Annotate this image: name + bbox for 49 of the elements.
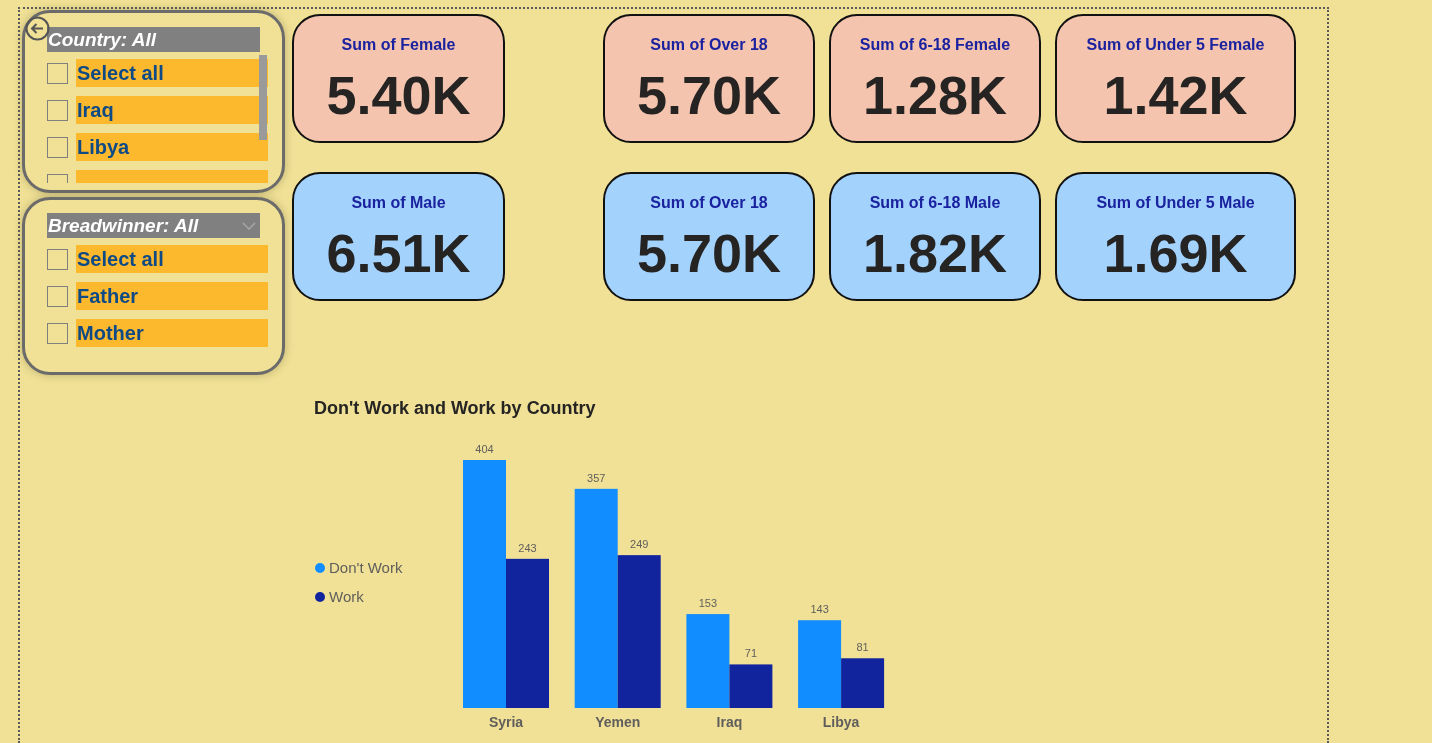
category-label: Libya [822, 714, 860, 730]
kpi-title: Sum of 6-18 Female [859, 35, 1011, 55]
slicer-header[interactable]: Breadwinner: All [47, 213, 260, 238]
kpi-value: 1.69K [1103, 223, 1248, 283]
kpi-value: 1.42K [1103, 65, 1248, 125]
slicer-title: Breadwinner: All [48, 214, 199, 237]
slicer-item[interactable]: Libya [76, 133, 268, 161]
data-label: 357 [587, 471, 606, 484]
slicer-title: Country: All [48, 28, 156, 51]
slicer-item[interactable]: Mother [76, 319, 268, 347]
data-label: 404 [475, 443, 494, 455]
category-label: Yemen [595, 714, 641, 730]
slicer-item[interactable]: Select all [76, 59, 268, 87]
legend-label: Work [329, 587, 364, 607]
kpi-title: Sum of Under 5 Female [1086, 35, 1265, 55]
data-label: 143 [810, 603, 829, 616]
slicer-header[interactable]: Country: All [47, 27, 260, 52]
category-label: Syria [488, 714, 524, 730]
checkbox[interactable] [47, 99, 68, 121]
data-label: 71 [744, 647, 758, 660]
kpi-value: 6.51K [326, 223, 471, 283]
legend-label: Don't Work [329, 558, 403, 578]
data-label: 243 [518, 541, 537, 554]
scrollbar[interactable] [259, 55, 267, 140]
slicer-item[interactable]: Father [76, 282, 268, 310]
kpi-title: Sum of Male [351, 193, 446, 213]
kpi-value: 5.40K [326, 65, 471, 125]
checkbox[interactable] [47, 285, 68, 307]
kpi-title: Sum of Under 5 Male [1096, 193, 1255, 213]
kpi-title: Sum of Over 18 [650, 35, 768, 55]
checkbox[interactable] [47, 136, 68, 158]
chevron-down-icon[interactable] [242, 221, 256, 230]
data-label: 249 [630, 538, 649, 551]
kpi-title: Sum of Female [341, 35, 456, 55]
checkbox[interactable] [47, 322, 68, 344]
data-label: 81 [856, 641, 869, 654]
kpi-value: 5.70K [636, 65, 782, 125]
kpi-value: 5.70K [636, 223, 782, 283]
category-label: Iraq [716, 714, 743, 730]
checkbox[interactable] [47, 62, 68, 84]
slicer-item[interactable]: Iraq [76, 96, 268, 124]
checkbox[interactable] [47, 248, 68, 270]
kpi-title: Sum of Over 18 [650, 193, 768, 213]
chart-title: Don't Work and Work by Country [314, 397, 596, 419]
kpi-title: Sum of 6-18 Male [869, 193, 1001, 213]
slicer-item[interactable]: Select all [76, 245, 268, 273]
kpi-value: 1.82K [862, 223, 1008, 283]
data-label: 153 [698, 597, 718, 610]
kpi-value: 1.28K [862, 65, 1008, 125]
